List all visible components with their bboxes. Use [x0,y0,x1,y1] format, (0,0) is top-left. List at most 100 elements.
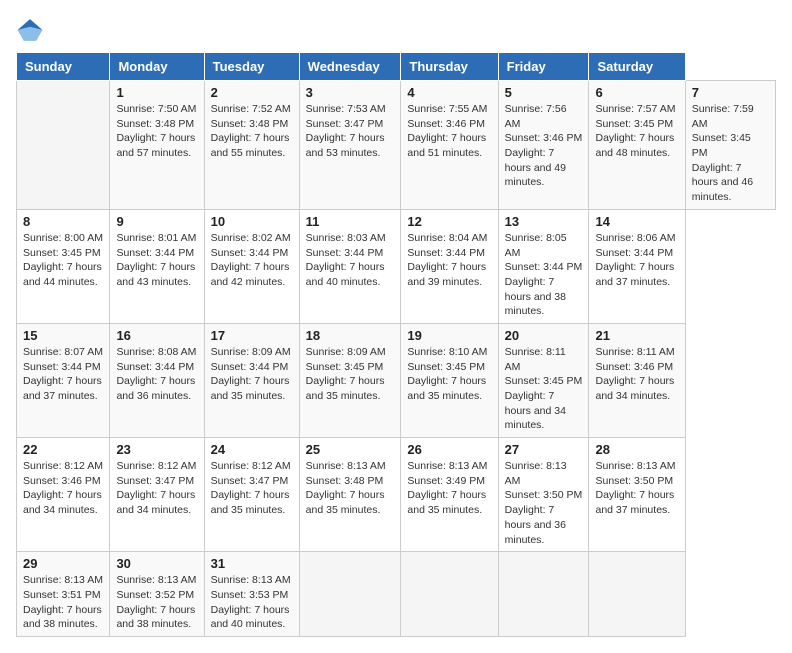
calendar-cell: 31 Sunrise: 8:13 AMSunset: 3:53 PMDayligh… [204,552,299,637]
day-info: Sunrise: 8:13 AMSunset: 3:50 PMDaylight:… [595,459,678,518]
day-number: 10 [211,214,293,229]
day-number: 22 [23,442,103,457]
day-info: Sunrise: 8:00 AMSunset: 3:45 PMDaylight:… [23,231,103,290]
day-info: Sunrise: 7:52 AMSunset: 3:48 PMDaylight:… [211,102,293,161]
calendar-cell: 25 Sunrise: 8:13 AMSunset: 3:48 PMDayligh… [299,438,401,552]
day-number: 18 [306,328,395,343]
col-header-saturday: Saturday [589,53,685,81]
calendar-cell: 11Sunrise: 8:03 AMSunset: 3:44 PMDayligh… [299,209,401,323]
col-header-tuesday: Tuesday [204,53,299,81]
calendar-cell: 15 Sunrise: 8:07 AMSunset: 3:44 PMDayligh… [17,323,110,437]
day-number: 16 [116,328,197,343]
col-header-wednesday: Wednesday [299,53,401,81]
day-number: 1 [116,85,197,100]
day-number: 28 [595,442,678,457]
day-number: 5 [505,85,583,100]
calendar-cell: 6 Sunrise: 7:57 AMSunset: 3:45 PMDaylight… [589,81,685,210]
day-number: 9 [116,214,197,229]
day-info: Sunrise: 8:02 AMSunset: 3:44 PMDaylight:… [211,231,293,290]
day-number: 21 [595,328,678,343]
day-number: 15 [23,328,103,343]
day-info: Sunrise: 8:12 AMSunset: 3:47 PMDaylight:… [211,459,293,518]
calendar-cell [589,552,685,637]
calendar-cell: 16 Sunrise: 8:08 AMSunset: 3:44 PMDayligh… [110,323,204,437]
day-info: Sunrise: 7:56 AMSunset: 3:46 PMDaylight:… [505,102,583,190]
day-number: 31 [211,556,293,571]
calendar-cell: 7 Sunrise: 7:59 AMSunset: 3:45 PMDaylight… [685,81,775,210]
day-number: 26 [407,442,491,457]
day-info: Sunrise: 8:13 AMSunset: 3:50 PMDaylight:… [505,459,583,547]
day-number: 11 [306,214,395,229]
day-info: Sunrise: 8:11 AMSunset: 3:45 PMDaylight:… [505,345,583,433]
day-info: Sunrise: 8:08 AMSunset: 3:44 PMDaylight:… [116,345,197,404]
calendar-cell: 20Sunrise: 8:11 AMSunset: 3:45 PMDayligh… [498,323,589,437]
calendar-cell [498,552,589,637]
day-number: 25 [306,442,395,457]
day-info: Sunrise: 8:01 AMSunset: 3:44 PMDaylight:… [116,231,197,290]
calendar-cell: 10 Sunrise: 8:02 AMSunset: 3:44 PMDayligh… [204,209,299,323]
day-info: Sunrise: 8:04 AMSunset: 3:44 PMDaylight:… [407,231,491,290]
calendar-cell [401,552,498,637]
day-info: Sunrise: 8:13 AMSunset: 3:48 PMDaylight:… [306,459,395,518]
calendar-cell: 17Sunrise: 8:09 AMSunset: 3:44 PMDayligh… [204,323,299,437]
day-number: 24 [211,442,293,457]
day-info: Sunrise: 8:13 AMSunset: 3:51 PMDaylight:… [23,573,103,632]
calendar-cell: 24 Sunrise: 8:12 AMSunset: 3:47 PMDayligh… [204,438,299,552]
day-info: Sunrise: 8:13 AMSunset: 3:53 PMDaylight:… [211,573,293,632]
calendar-cell: 13 Sunrise: 8:05 AMSunset: 3:44 PMDayligh… [498,209,589,323]
day-info: Sunrise: 7:50 AMSunset: 3:48 PMDaylight:… [116,102,197,161]
logo [16,16,48,44]
day-info: Sunrise: 7:59 AMSunset: 3:45 PMDaylight:… [692,102,769,205]
day-number: 30 [116,556,197,571]
day-info: Sunrise: 8:10 AMSunset: 3:45 PMDaylight:… [407,345,491,404]
calendar-cell: 18 Sunrise: 8:09 AMSunset: 3:45 PMDayligh… [299,323,401,437]
day-number: 2 [211,85,293,100]
day-number: 29 [23,556,103,571]
day-info: Sunrise: 7:55 AMSunset: 3:46 PMDaylight:… [407,102,491,161]
page-header [16,16,776,44]
day-info: Sunrise: 8:13 AMSunset: 3:49 PMDaylight:… [407,459,491,518]
calendar-cell: 4 Sunrise: 7:55 AMSunset: 3:46 PMDaylight… [401,81,498,210]
calendar-cell: 5 Sunrise: 7:56 AMSunset: 3:46 PMDaylight… [498,81,589,210]
calendar-cell: 27 Sunrise: 8:13 AMSunset: 3:50 PMDayligh… [498,438,589,552]
day-info: Sunrise: 8:07 AMSunset: 3:44 PMDaylight:… [23,345,103,404]
col-header-monday: Monday [110,53,204,81]
calendar-cell: 2 Sunrise: 7:52 AMSunset: 3:48 PMDaylight… [204,81,299,210]
day-number: 19 [407,328,491,343]
calendar-cell: 29 Sunrise: 8:13 AMSunset: 3:51 PMDayligh… [17,552,110,637]
col-header-sunday: Sunday [17,53,110,81]
day-info: Sunrise: 8:12 AMSunset: 3:47 PMDaylight:… [116,459,197,518]
calendar-cell: 28 Sunrise: 8:13 AMSunset: 3:50 PMDayligh… [589,438,685,552]
day-number: 3 [306,85,395,100]
day-info: Sunrise: 8:06 AMSunset: 3:44 PMDaylight:… [595,231,678,290]
day-info: Sunrise: 8:12 AMSunset: 3:46 PMDaylight:… [23,459,103,518]
calendar-cell: 9 Sunrise: 8:01 AMSunset: 3:44 PMDaylight… [110,209,204,323]
day-info: Sunrise: 8:09 AMSunset: 3:45 PMDaylight:… [306,345,395,404]
calendar-cell: 8 Sunrise: 8:00 AMSunset: 3:45 PMDaylight… [17,209,110,323]
calendar-cell: 19 Sunrise: 8:10 AMSunset: 3:45 PMDayligh… [401,323,498,437]
logo-icon [16,16,44,44]
calendar-cell [299,552,401,637]
day-number: 4 [407,85,491,100]
calendar-cell: 30 Sunrise: 8:13 AMSunset: 3:52 PMDayligh… [110,552,204,637]
calendar-cell: 12 Sunrise: 8:04 AMSunset: 3:44 PMDayligh… [401,209,498,323]
day-number: 14 [595,214,678,229]
col-header-thursday: Thursday [401,53,498,81]
calendar-cell: 21 Sunrise: 8:11 AMSunset: 3:46 PMDayligh… [589,323,685,437]
day-info: Sunrise: 8:05 AMSunset: 3:44 PMDaylight:… [505,231,583,319]
day-info: Sunrise: 8:09 AMSunset: 3:44 PMDaylight:… [211,345,293,404]
day-number: 27 [505,442,583,457]
day-info: Sunrise: 8:13 AMSunset: 3:52 PMDaylight:… [116,573,197,632]
day-number: 8 [23,214,103,229]
calendar-cell: 14 Sunrise: 8:06 AMSunset: 3:44 PMDayligh… [589,209,685,323]
calendar-cell: 3 Sunrise: 7:53 AMSunset: 3:47 PMDaylight… [299,81,401,210]
day-info: Sunrise: 7:57 AMSunset: 3:45 PMDaylight:… [595,102,678,161]
day-info: Sunrise: 8:11 AMSunset: 3:46 PMDaylight:… [595,345,678,404]
day-info: Sunrise: 7:53 AMSunset: 3:47 PMDaylight:… [306,102,395,161]
day-number: 12 [407,214,491,229]
calendar-cell: 22 Sunrise: 8:12 AMSunset: 3:46 PMDayligh… [17,438,110,552]
day-number: 13 [505,214,583,229]
calendar-cell: 23Sunrise: 8:12 AMSunset: 3:47 PMDayligh… [110,438,204,552]
day-number: 7 [692,85,769,100]
day-number: 6 [595,85,678,100]
